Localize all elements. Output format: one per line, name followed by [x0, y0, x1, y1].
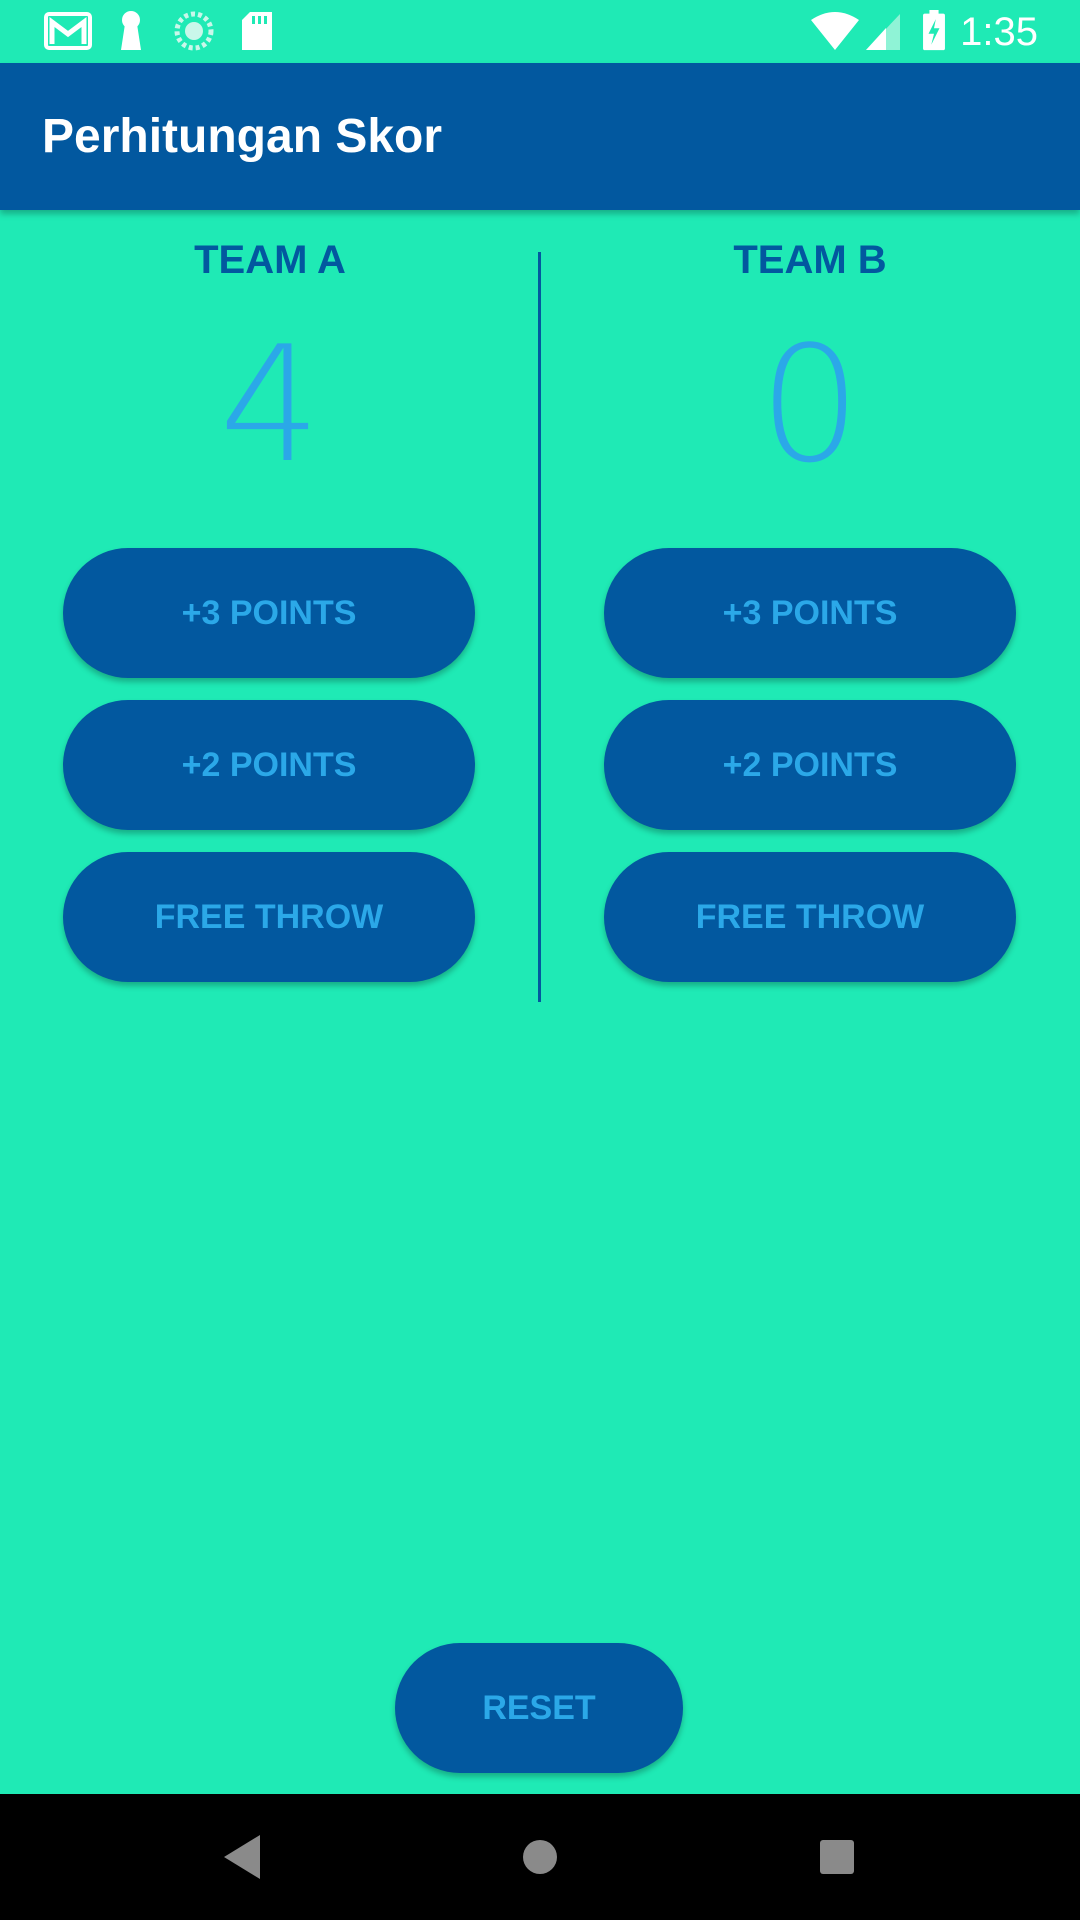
sd-card-icon — [242, 12, 272, 50]
recents-icon[interactable] — [807, 1827, 867, 1887]
nav-bar — [0, 1794, 1080, 1920]
team-b-free-throw-button[interactable]: FREE THROW — [604, 852, 1016, 982]
team-b-score: 0 — [759, 311, 861, 498]
gmail-icon — [44, 12, 92, 50]
status-time: 1:35 — [960, 10, 1038, 54]
signal-icon — [866, 14, 900, 50]
team-b-plus-2-button[interactable]: +2 POINTS — [604, 700, 1016, 830]
battery-charging-icon — [923, 10, 945, 51]
team-a-plus-2-button[interactable]: +2 POINTS — [63, 700, 475, 830]
team-b-name: TEAM B — [733, 238, 887, 282]
team-b-panel: TEAM B 0 +3 POINTS +2 POINTS FREE THROW — [540, 210, 1080, 1010]
reset-button[interactable]: RESET — [395, 1643, 683, 1773]
team-a-free-throw-button[interactable]: FREE THROW — [63, 852, 475, 982]
team-a-score: 4 — [219, 311, 321, 498]
team-a-plus-3-button[interactable]: +3 POINTS — [63, 548, 475, 678]
keyhole-icon — [121, 11, 141, 50]
status-bar: 1:35 — [0, 0, 1080, 63]
back-icon[interactable] — [212, 1827, 272, 1887]
team-b-plus-3-button[interactable]: +3 POINTS — [604, 548, 1016, 678]
app-title: Perhitungan Skor — [42, 110, 443, 163]
app-bar: Perhitungan Skor — [0, 63, 1080, 210]
team-a-panel: TEAM A 4 +3 POINTS +2 POINTS FREE THROW — [0, 210, 540, 1010]
team-a-name: TEAM A — [194, 238, 346, 282]
sync-circle-icon — [174, 11, 214, 51]
wifi-icon — [811, 12, 859, 50]
home-icon[interactable] — [510, 1827, 570, 1887]
